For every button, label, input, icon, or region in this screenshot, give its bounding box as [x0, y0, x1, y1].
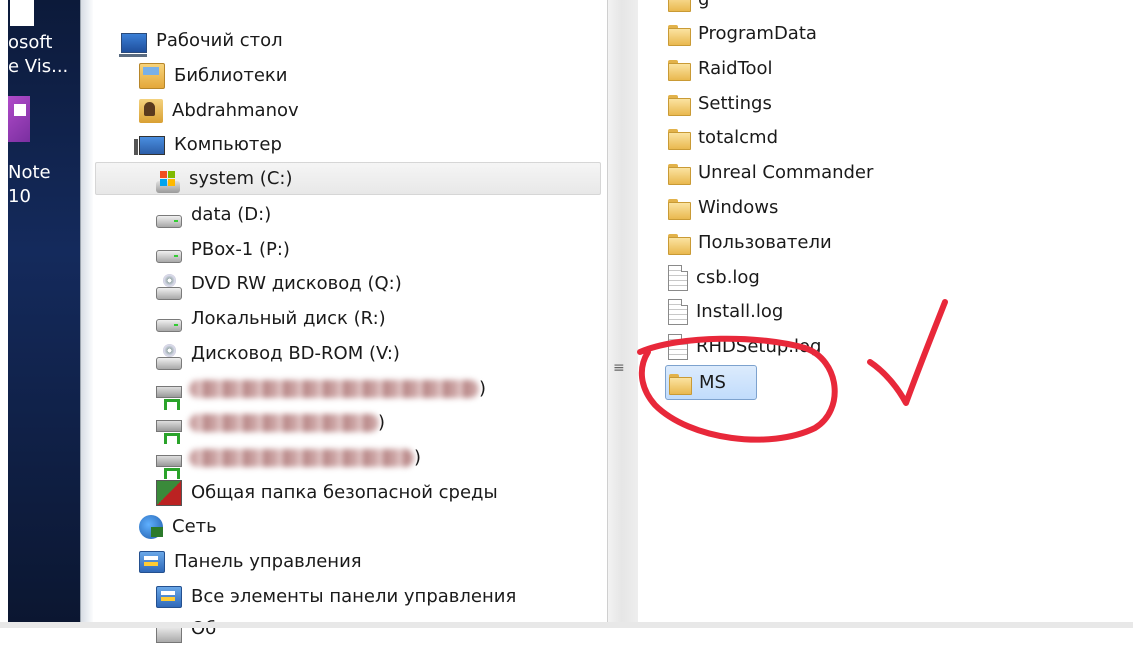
- annotation-checkmark: [867, 299, 948, 406]
- annotation-overlay: [637, 299, 948, 443]
- annotation-circle: [637, 335, 838, 443]
- printer-icon: [156, 626, 182, 643]
